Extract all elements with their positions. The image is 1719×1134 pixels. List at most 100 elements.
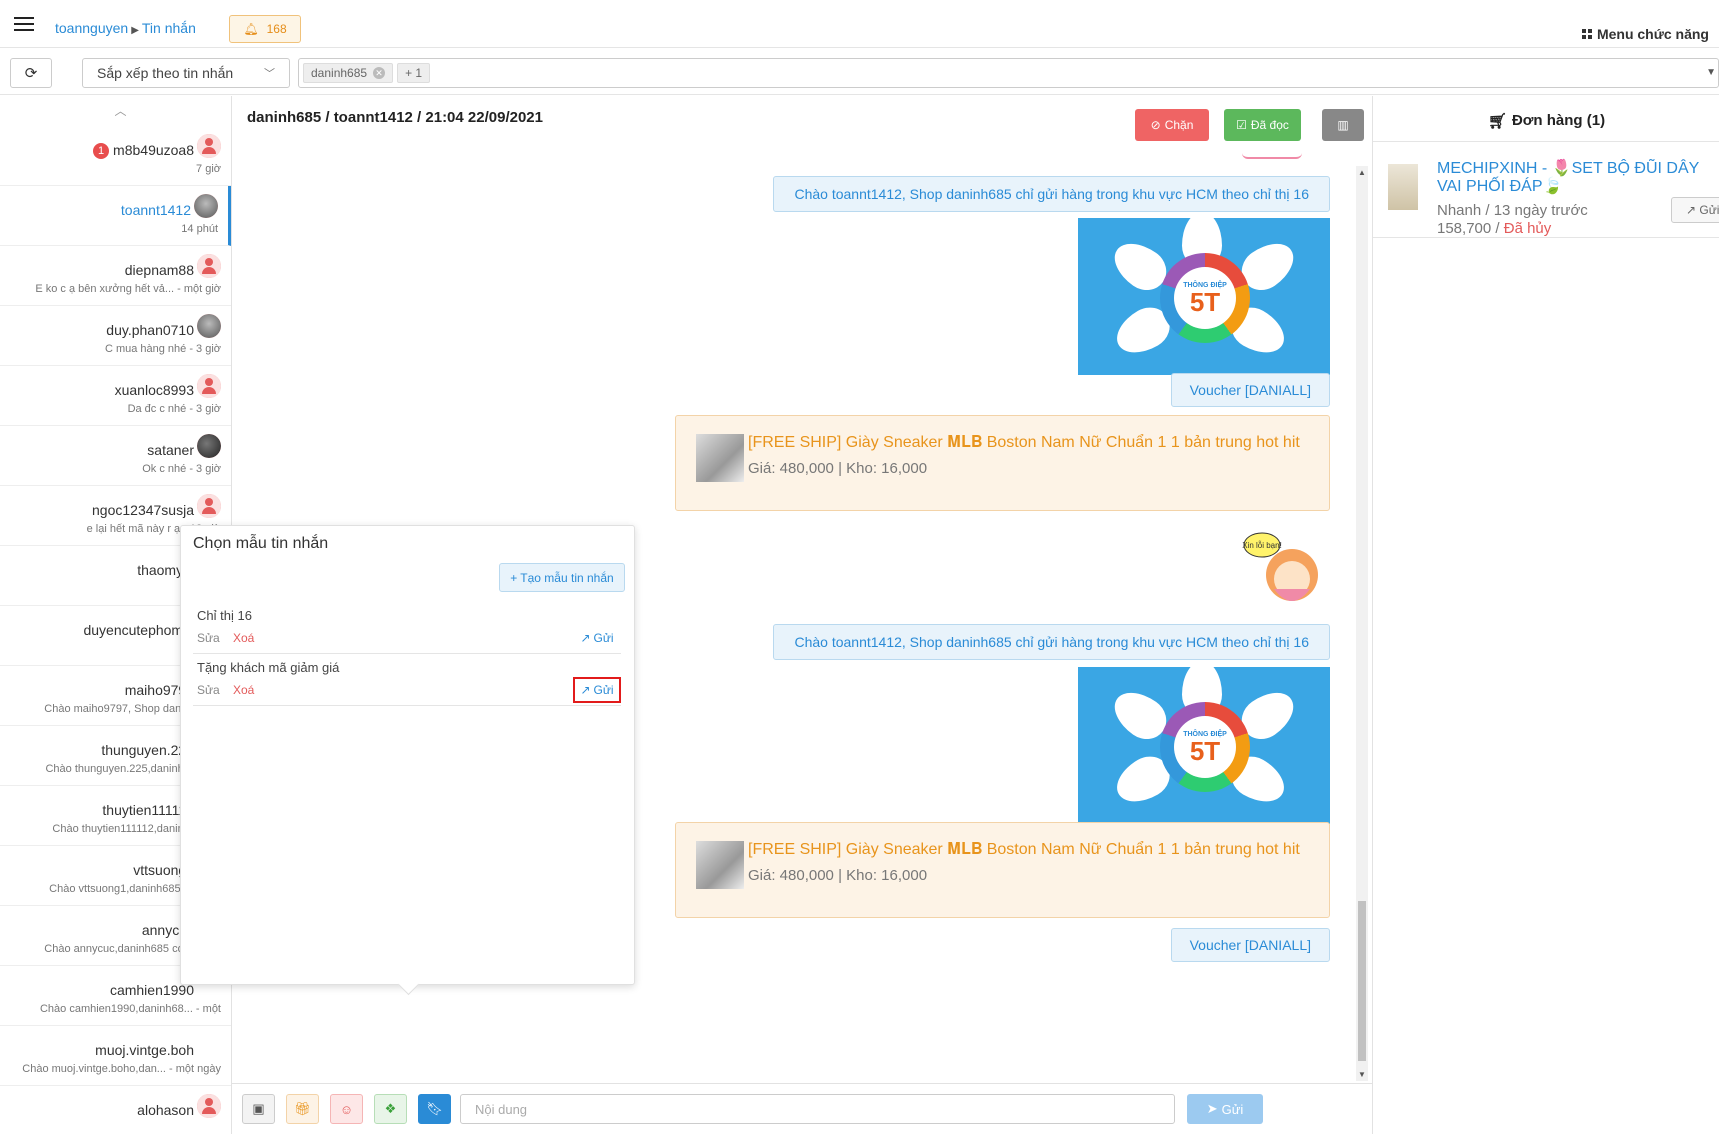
check-square-icon: ☑	[1236, 118, 1247, 132]
more-tags-badge[interactable]: + 1	[397, 63, 431, 83]
notification-count: 168	[266, 22, 287, 36]
cart-icon: 🛒︎	[1487, 112, 1507, 130]
shop-tag-input[interactable]: daninh685 ✕ + 1 ▼	[298, 58, 1719, 88]
function-menu-button[interactable]: Menu chức năng	[1581, 26, 1709, 42]
filter-toolbar: ⟳ Sắp xếp theo tin nhắn ﹀ daninh685 ✕ + 1…	[0, 48, 1719, 95]
shop-tag-label: daninh685	[311, 66, 368, 80]
cubes-icon: ❖	[384, 1101, 397, 1116]
emoji-button[interactable]: ☺	[330, 1094, 363, 1124]
delete-template-link[interactable]: Xoá	[233, 631, 254, 645]
conversation-name: sataner	[147, 442, 194, 458]
chevron-down-icon: ﹀	[264, 68, 275, 80]
scrollbar-thumb[interactable]	[1358, 901, 1366, 1061]
user-icon	[197, 134, 221, 158]
user-icon	[197, 374, 221, 398]
product-title[interactable]: [FREE SHIP] Giày Sneaker 𝐌𝐋𝐁 Boston Nam …	[748, 434, 1300, 452]
toggle-panel-button[interactable]: ▥	[1322, 109, 1364, 141]
mark-read-button[interactable]: ☑ Đã đọc	[1224, 109, 1301, 141]
avatar-photo	[197, 434, 221, 458]
scroll-up-icon[interactable]: ︿	[0, 96, 231, 126]
product-thumbnail	[696, 841, 744, 889]
send-template-button[interactable]: ↗ Gửi	[573, 625, 621, 651]
order-title[interactable]: MECHIPXINH - 🌷SET BỘ ĐŨI DÂY VAI PHỐI ĐÁ…	[1437, 160, 1719, 196]
send-template-label: Gửi	[593, 683, 614, 697]
edit-template-link[interactable]: Sửa	[197, 631, 220, 645]
order-thumbnail	[1388, 164, 1418, 210]
conversation-name: m8b49uzoa8	[113, 142, 194, 158]
order-send-button[interactable]: ↗ Gửi	[1671, 197, 1719, 223]
conversation-item[interactable]: alohason	[0, 1086, 231, 1134]
conversation-item[interactable]: diepnam88 E ko c ạ bên xưởng hết vả... - …	[0, 246, 231, 306]
conversation-preview: 14 phút	[181, 223, 218, 235]
conversation-name: toannt1412	[120, 202, 191, 218]
conversation-preview: E ko c ạ bên xưởng hết vả... - một giờ	[35, 283, 221, 295]
send-template-button-highlighted[interactable]: ↗ Gửi	[573, 677, 621, 703]
product-card-2[interactable]: [FREE SHIP] Giày Sneaker 𝐌𝐋𝐁 Boston Nam …	[675, 822, 1330, 918]
message-input-placeholder: Nội dung	[475, 1101, 528, 1117]
notification-button[interactable]: 🔔︎ 168	[229, 15, 301, 43]
5t-message-image[interactable]: THÔNG ĐIỆP 5T	[1078, 218, 1330, 375]
template-name: Chỉ thị 16	[197, 608, 252, 623]
block-label: Chặn	[1164, 118, 1194, 132]
conversation-item[interactable]: sataner Ok c nhé - 3 giờ	[0, 426, 231, 486]
conversation-item[interactable]: m8b49uzoa8 7 giờ 1	[0, 126, 231, 186]
remove-tag-icon[interactable]: ✕	[373, 67, 386, 79]
avatar	[197, 254, 221, 278]
chat-scrollbar[interactable]: ▲ ▼	[1356, 166, 1368, 1081]
product-info: Giá: 480,000 | Kho: 16,000	[748, 867, 928, 884]
top-bar: toannguyen ▶ Tin nhắn 🔔︎ 168 Menu chức năn…	[0, 0, 1719, 48]
create-template-button[interactable]: + Tạo mẫu tin nhắn	[499, 563, 625, 592]
sort-select[interactable]: Sắp xếp theo tin nhắn ﹀	[82, 58, 290, 88]
block-button[interactable]: ⊘ Chặn	[1135, 109, 1209, 141]
orders-header-label: Đơn hàng (1)	[1511, 112, 1606, 129]
breadcrumb-user[interactable]: toannguyen	[55, 20, 128, 36]
image-button[interactable]: ▣	[242, 1094, 275, 1124]
scroll-up-arrow-icon[interactable]: ▲	[1358, 168, 1366, 177]
5t-message-image-2[interactable]: THÔNG ĐIỆP 5T	[1078, 667, 1330, 824]
dropdown-arrow-icon[interactable]: ▼	[1706, 67, 1716, 78]
product-title[interactable]: [FREE SHIP] Giày Sneaker 𝐌𝐋𝐁 Boston Nam …	[748, 841, 1300, 859]
message-input[interactable]: Nội dung	[460, 1094, 1175, 1124]
conversation-name: ngoc12347susja	[92, 502, 194, 518]
edit-template-link[interactable]: Sửa	[197, 683, 220, 697]
conversation-name: xuanloc8993	[114, 382, 194, 398]
ban-icon: ⊘	[1150, 118, 1161, 132]
delete-template-link[interactable]: Xoá	[233, 683, 254, 697]
plus-icon: +	[510, 570, 518, 585]
conversation-item[interactable]: duy.phan0710 C mua hàng nhé - 3 giờ	[0, 306, 231, 366]
avatar	[197, 494, 221, 518]
conversation-preview: C mua hàng nhé - 3 giờ	[104, 343, 221, 355]
breadcrumb-page[interactable]: Tin nhắn	[142, 20, 196, 36]
avatar	[197, 134, 221, 158]
shop-tag[interactable]: daninh685 ✕	[303, 63, 394, 83]
hamburger-menu-icon[interactable]	[14, 17, 34, 32]
scroll-down-arrow-icon[interactable]: ▼	[1358, 1070, 1366, 1079]
send-template-label: Gửi	[593, 631, 614, 645]
send-button[interactable]: ➤ Gửi	[1187, 1094, 1263, 1124]
conversation-item[interactable]: muoj.vintge.boh Chào muoj.vintge.boho,dan…	[0, 1026, 231, 1086]
conversation-item[interactable]: xuanloc8993 Da đc c nhé - 3 giờ	[0, 366, 231, 426]
order-status: Đã hủy	[1503, 220, 1552, 237]
template-button[interactable]: 🔖︎	[418, 1094, 451, 1124]
user-icon	[197, 494, 221, 518]
refresh-button[interactable]: ⟳	[10, 58, 52, 88]
orders-panel: 🛒︎ Đơn hàng (1) MECHIPXINH - 🌷SET BỘ ĐŨI …	[1372, 96, 1719, 1134]
5t-center: THÔNG ĐIỆP 5T	[1174, 267, 1236, 329]
gift-button[interactable]: 🎁︎	[286, 1094, 319, 1124]
order-meta: Nhanh / 13 ngày trước	[1437, 202, 1588, 219]
avatar	[197, 314, 221, 338]
share-icon: ↗	[1686, 203, 1697, 217]
conversation-preview: Da đc c nhé - 3 giờ	[127, 403, 221, 415]
avatar-photo	[197, 314, 221, 338]
product-button[interactable]: ❖	[374, 1094, 407, 1124]
bell-icon: 🔔︎	[243, 22, 259, 36]
product-card[interactable]: [FREE SHIP] Giày Sneaker 𝐌𝐋𝐁 Boston Nam …	[675, 415, 1330, 511]
order-item: MECHIPXINH - 🌷SET BỘ ĐŨI DÂY VAI PHỐI ĐÁ…	[1373, 152, 1719, 238]
template-item: Tặng khách mã giảm giá Sửa Xoá ↗ Gửi	[193, 654, 621, 706]
voucher-button-2[interactable]: Voucher [DANIALL]	[1170, 928, 1330, 962]
conversation-item[interactable]: toannt1412 14 phút	[0, 186, 231, 246]
sticker-fragment	[1242, 153, 1302, 159]
voucher-button[interactable]: Voucher [DANIALL]	[1170, 373, 1330, 407]
avatar	[197, 1094, 221, 1118]
paper-plane-icon: ➤	[1206, 1101, 1218, 1116]
